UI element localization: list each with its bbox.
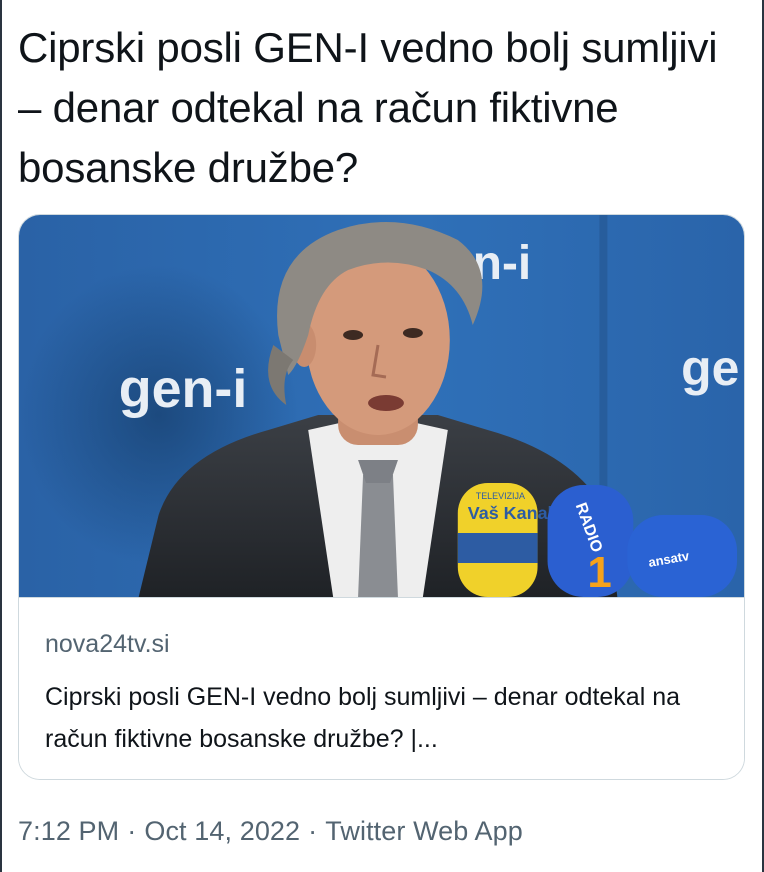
mic-yellow-small-text: TELEVIZIJA <box>476 491 525 501</box>
mic-right: ansatv <box>627 515 738 597</box>
card-footer[interactable]: nova24tv.si Ciprski posli GEN-I vedno bo… <box>19 597 744 779</box>
backdrop-logo-right: ge <box>681 340 739 396</box>
tweet-meta: 7:12 PM · Oct 14, 2022 · Twitter Web App <box>18 816 523 847</box>
meta-separator: · <box>127 816 137 846</box>
mic-blue-number: 1 <box>587 548 611 597</box>
card-domain: nova24tv.si <box>45 630 170 658</box>
meta-separator: · <box>308 816 318 846</box>
backdrop-logo-left: gen-i <box>119 359 248 419</box>
tweet-date[interactable]: Oct 14, 2022 <box>144 816 300 846</box>
tweet-text: Ciprski posli GEN-I vedno bolj sumljivi … <box>18 24 718 191</box>
link-preview-card[interactable]: gen-i n-i ge TELEVIZIJA Vaš Kanal RADIO … <box>18 214 745 780</box>
mic-yellow-text: Vaš Kanal <box>468 503 553 523</box>
tweet-time[interactable]: 7:12 PM <box>18 816 119 846</box>
card-image[interactable]: gen-i n-i ge TELEVIZIJA Vaš Kanal RADIO … <box>19 215 744 597</box>
card-title[interactable]: Ciprski posli GEN-I vedno bolj sumljivi … <box>45 676 705 760</box>
mic-blue: RADIO 1 <box>547 485 634 597</box>
tweet-source[interactable]: Twitter Web App <box>325 816 523 846</box>
